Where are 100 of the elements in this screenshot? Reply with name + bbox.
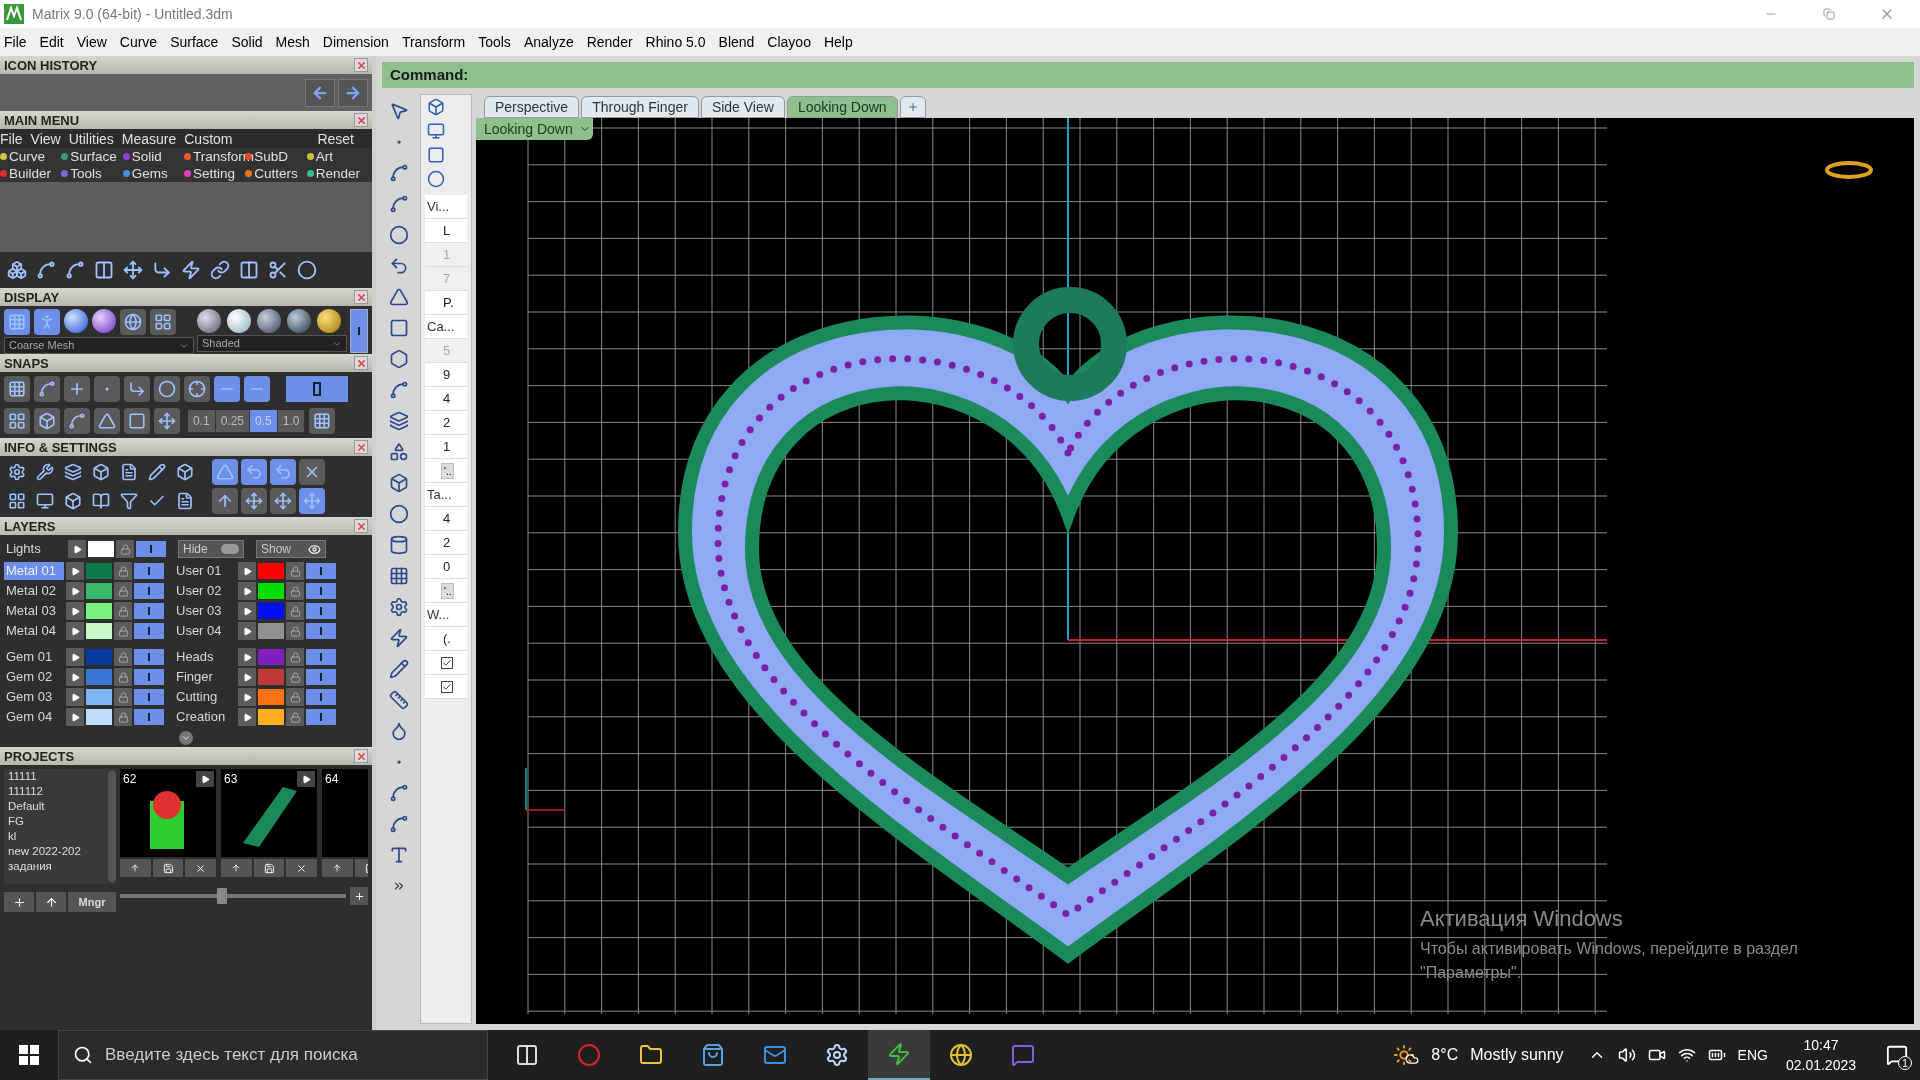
menu-item[interactable]: Mesh — [275, 31, 310, 53]
layer-name[interactable]: User 01 — [174, 562, 236, 580]
menu-item[interactable]: View — [30, 131, 61, 146]
layer-name[interactable]: User 02 — [174, 582, 236, 600]
layer-name[interactable]: Gem 02 — [4, 668, 64, 686]
category-link[interactable]: Curve — [9, 150, 45, 164]
menu-item[interactable]: Curve — [119, 31, 158, 53]
project-item[interactable]: 111112 — [8, 784, 104, 799]
property-value: 4 — [425, 507, 467, 531]
model-thumbnail[interactable]: 63 — [221, 769, 317, 857]
reset-link[interactable]: Reset — [317, 131, 354, 146]
menu-item[interactable]: Clayoo — [767, 31, 811, 53]
view-tab[interactable]: Side View — [700, 96, 785, 118]
category-link[interactable]: SubD — [254, 150, 289, 164]
notifications-button[interactable]: 1 — [1882, 1040, 1912, 1070]
clock-time[interactable]: 10:47 — [1803, 1035, 1839, 1055]
menu-item[interactable]: Transform — [401, 31, 466, 53]
project-item[interactable]: new 2022-202 — [8, 844, 104, 859]
thumbnail-number: 62 — [123, 771, 137, 788]
increment-button[interactable]: 0.25 — [215, 410, 251, 432]
layer-name[interactable]: Metal 02 — [4, 582, 64, 600]
property-value: 2 — [425, 531, 467, 555]
layer-name[interactable]: Lights — [4, 540, 66, 558]
window-title: Matrix 9.0 (64-bit) - Untitled.3dm — [32, 4, 233, 24]
menu-item[interactable]: Blend — [718, 31, 755, 53]
increment-button[interactable]: 1.0 — [277, 410, 306, 432]
property-group[interactable]: Ta... — [425, 483, 467, 507]
language-indicator[interactable]: ENG — [1737, 1044, 1768, 1066]
project-item[interactable]: задания — [8, 859, 104, 874]
layer-name[interactable]: Cutting — [174, 688, 236, 706]
mesh-select[interactable]: Coarse Mesh — [4, 337, 194, 354]
layer-name[interactable]: Finger — [174, 668, 236, 686]
layer-name[interactable]: Heads — [174, 648, 236, 666]
layer-name[interactable]: User 04 — [174, 622, 236, 640]
increment-button[interactable]: 0.1 — [188, 410, 216, 432]
property-value: P. — [425, 291, 467, 315]
more-button[interactable]: '.. — [441, 582, 455, 599]
search-field[interactable]: Введите здесь текст для поиска — [58, 1030, 488, 1080]
menu-item[interactable]: Utilities — [68, 131, 114, 146]
category-link[interactable]: Render — [315, 166, 360, 180]
model-thumbnail[interactable]: 64 — [322, 769, 368, 857]
layer-name[interactable]: Metal 03 — [4, 602, 64, 620]
weather-text[interactable]: Mostly sunny — [1470, 1043, 1564, 1067]
property-group[interactable]: Vi... — [425, 195, 467, 219]
model-thumbnail[interactable]: 62 — [120, 769, 216, 857]
thumbnail-number: 64 — [325, 771, 339, 788]
thumbnail-number: 63 — [224, 771, 238, 788]
menu-item[interactable]: Rhino 5.0 — [645, 31, 706, 53]
layer-name[interactable]: Gem 04 — [4, 708, 64, 726]
layer-name[interactable]: Gem 01 — [4, 648, 64, 666]
show-button[interactable]: Show — [256, 540, 326, 558]
category-link[interactable]: Gems — [131, 166, 168, 180]
clock-date[interactable]: 02.01.2023 — [1785, 1055, 1856, 1075]
hide-button[interactable]: Hide — [178, 540, 244, 558]
layer-name[interactable]: Creation — [174, 708, 236, 726]
menu-item[interactable]: Dimension — [322, 31, 389, 53]
temperature[interactable]: 8°C — [1431, 1043, 1459, 1067]
property-group[interactable]: Ca... — [425, 315, 467, 339]
menu-item[interactable]: File — [0, 131, 23, 146]
category-link[interactable]: Setting — [193, 166, 235, 180]
property-value: 4 — [425, 387, 467, 411]
property-value: 1 — [425, 243, 467, 267]
category-link[interactable]: Builder — [9, 166, 52, 180]
viewport-label[interactable]: Looking Down — [476, 118, 593, 140]
layer-name[interactable]: Gem 03 — [4, 688, 64, 706]
category-link[interactable]: Surface — [70, 150, 117, 164]
menu-item[interactable]: Tools — [478, 31, 511, 53]
property-value: 5 — [425, 339, 467, 363]
menu-item[interactable]: Custom — [184, 131, 233, 146]
project-item[interactable]: 11111 — [8, 769, 104, 784]
menu-item[interactable]: View — [76, 31, 107, 53]
category-link[interactable]: Solid — [131, 150, 162, 164]
panel-title: INFO & SETTINGS — [4, 440, 117, 454]
command-bar[interactable]: Command: — [382, 62, 1914, 88]
view-tab[interactable]: Through Finger — [581, 96, 699, 118]
menu-item[interactable]: File — [4, 31, 27, 53]
menu-item[interactable]: Edit — [39, 31, 64, 53]
category-link[interactable]: Tools — [70, 166, 102, 180]
layer-name[interactable]: User 03 — [174, 602, 236, 620]
category-link[interactable]: Cutters — [254, 166, 298, 180]
project-item[interactable]: FG — [8, 814, 104, 829]
view-tab[interactable]: Looking Down — [786, 96, 898, 118]
manager-button[interactable]: Mngr — [68, 892, 116, 912]
menu-item[interactable]: Measure — [121, 131, 177, 146]
menu-item[interactable]: Render — [586, 31, 633, 53]
property-value: 2 — [425, 411, 467, 435]
more-button[interactable]: '.. — [441, 462, 455, 479]
project-item[interactable]: Default — [8, 799, 104, 814]
property-value: L — [425, 219, 467, 243]
project-item[interactable]: kl — [8, 829, 104, 844]
panel-title: MAIN MENU — [4, 113, 80, 127]
category-link[interactable]: Art — [315, 150, 333, 164]
menu-item[interactable]: Solid — [231, 31, 263, 53]
property-group[interactable]: W... — [425, 603, 467, 627]
menu-item[interactable]: Help — [823, 31, 853, 53]
layer-name[interactable]: Metal 04 — [4, 622, 64, 640]
menu-item[interactable]: Analyze — [523, 31, 574, 53]
menu-item[interactable]: Surface — [170, 31, 219, 53]
shading-select[interactable]: Shaded — [197, 335, 347, 352]
view-tab[interactable]: Perspective — [484, 96, 580, 118]
